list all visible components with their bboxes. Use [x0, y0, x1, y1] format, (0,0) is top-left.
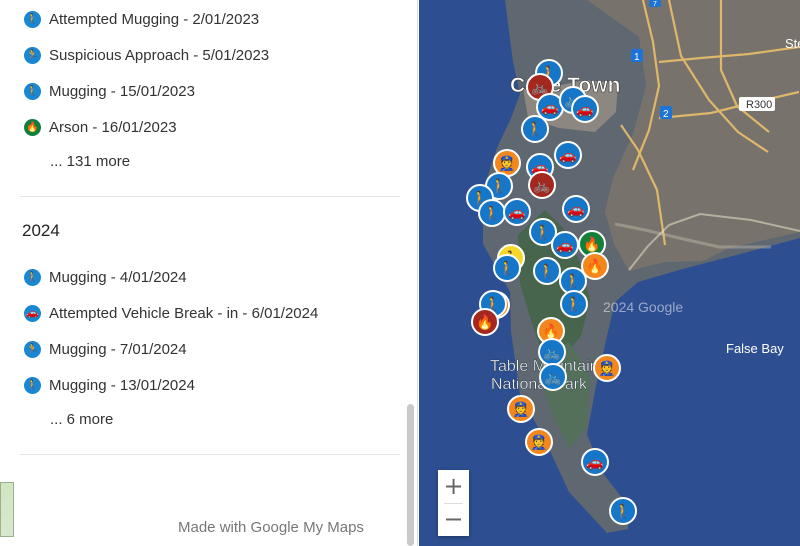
svg-text:🔥: 🔥 — [586, 258, 603, 275]
incident-item[interactable]: 🚶 Mugging - 4/01/2024 — [24, 265, 187, 289]
incident-label: Mugging - 13/01/2024 — [49, 376, 195, 394]
fire-marker[interactable]: 🔥 — [471, 308, 499, 336]
car-marker[interactable]: 🚗 — [571, 95, 599, 123]
map-overlay: Cape Town Table Mountain National Park F… — [466, 0, 800, 525]
incident-item[interactable]: 🔥 Arson - 16/01/2023 — [24, 115, 177, 139]
svg-text:🚗: 🚗 — [541, 100, 558, 116]
svg-text:🚗: 🚗 — [567, 202, 584, 218]
satellite-map[interactable]: Cape Town Table Mountain National Park F… — [419, 0, 800, 546]
walker-marker[interactable]: 🚶 — [609, 497, 637, 525]
walker-marker[interactable]: 🚶 — [493, 254, 521, 282]
show-more-2023[interactable]: ... 131 more — [50, 153, 130, 170]
incident-item[interactable]: 🏃 Suspicious Approach - 5/01/2023 — [24, 43, 269, 67]
svg-text:🚗: 🚗 — [586, 455, 603, 471]
svg-text:🚶: 🚶 — [564, 273, 581, 290]
incident-item[interactable]: 🚶 Mugging - 15/01/2023 — [24, 79, 195, 103]
incident-label: Suspicious Approach - 5/01/2023 — [49, 46, 270, 64]
runner-icon: 🏃 — [24, 340, 41, 358]
incident-item[interactable]: 🚶 Mugging - 13/01/2024 — [24, 373, 195, 397]
svg-text:🚶: 🚶 — [534, 224, 551, 241]
svg-text:🚲: 🚲 — [543, 345, 560, 361]
incident-label: Mugging - 4/01/2024 — [49, 268, 187, 286]
imagery-watermark: 2024 Google — [603, 299, 683, 315]
car-marker[interactable]: 🚗 — [581, 448, 609, 476]
incident-label: Mugging - 15/01/2023 — [49, 82, 195, 100]
walker-marker[interactable]: 🚶 — [478, 199, 506, 227]
year-heading-2024: 2024 — [22, 221, 60, 240]
fire-icon: 🔥 — [24, 118, 41, 136]
svg-text:🚗: 🚗 — [508, 205, 525, 221]
incident-label: Attempted Vehicle Break - in - 6/01/2024 — [49, 304, 319, 322]
svg-text:🚶: 🚶 — [565, 296, 582, 313]
section-divider — [20, 196, 400, 197]
svg-text:👮: 👮 — [598, 359, 615, 377]
svg-text:🚲: 🚲 — [533, 178, 550, 194]
car-marker[interactable]: 🚗 — [503, 198, 531, 226]
runner-icon: 🏃 — [24, 46, 41, 64]
incident-item[interactable]: 🏃 Mugging - 7/01/2024 — [24, 337, 187, 361]
route-7-label: 7 — [653, 1, 657, 8]
google-my-maps-credit: Made with Google My Maps — [178, 519, 364, 536]
svg-text:🚶: 🚶 — [614, 503, 631, 520]
zoom-out-button[interactable]: − — [438, 503, 469, 536]
svg-text:👮: 👮 — [498, 154, 515, 172]
walker-icon: 🚶 — [24, 10, 41, 28]
walker-marker[interactable]: 🚶 — [533, 257, 561, 285]
guard-marker[interactable]: 👮 — [593, 354, 621, 382]
car-marker[interactable]: 🚗 — [536, 93, 564, 121]
svg-text:🚶: 🚶 — [483, 205, 500, 222]
bike-marker[interactable]: 🚲 — [539, 363, 567, 391]
incident-markers: 🚶🚲🚗🚲🚗🚶👮🚗🚗🚶🚲🚶🚶🚗🚗🚶🚗🔥🚶🚶🔥🚶🚶🔥🚶🔥🔥🚶🚲👮🚲👮👮🚗🚶 — [466, 59, 637, 525]
car-marker[interactable]: 🚗 — [562, 195, 590, 223]
mini-map-thumbnail[interactable] — [0, 482, 14, 537]
incident-item[interactable]: 🚗 Attempted Vehicle Break - in - 6/01/20… — [24, 301, 318, 325]
walker-icon: 🚶 — [24, 376, 41, 394]
svg-text:🚶: 🚶 — [490, 178, 507, 195]
section-divider — [20, 454, 400, 455]
bike-marker[interactable]: 🚲 — [538, 338, 566, 366]
svg-text:🚗: 🚗 — [556, 238, 573, 254]
incident-label: Attempted Mugging - 2/01/2023 — [49, 10, 260, 28]
bay-label: False Bay — [726, 341, 784, 356]
zoom-separator — [444, 503, 463, 504]
svg-text:🚶: 🚶 — [538, 263, 555, 280]
road-label: R300 — [746, 99, 772, 111]
partial-place-label: Ste — [785, 36, 800, 51]
sidebar-scrollbar[interactable] — [407, 404, 414, 546]
svg-text:👮: 👮 — [512, 400, 529, 418]
fire-marker[interactable]: 🔥 — [581, 252, 609, 280]
map-sidebar: 🚶 Attempted Mugging - 2/01/2023 🏃 Suspic… — [0, 0, 418, 546]
guard-marker[interactable]: 👮 — [525, 428, 553, 456]
incident-label: Arson - 16/01/2023 — [49, 118, 177, 136]
walker-marker[interactable]: 🚶 — [521, 115, 549, 143]
route-2-label: 2 — [663, 109, 669, 120]
car-marker[interactable]: 🚗 — [554, 141, 582, 169]
guard-marker[interactable]: 👮 — [507, 395, 535, 423]
walker-marker[interactable]: 🚶 — [560, 290, 588, 318]
svg-text:🚶: 🚶 — [526, 121, 543, 138]
svg-text:🔥: 🔥 — [583, 236, 600, 253]
zoom-control: + − — [438, 470, 469, 536]
svg-text:👮: 👮 — [530, 433, 547, 451]
svg-text:🚗: 🚗 — [576, 102, 593, 118]
car-marker[interactable]: 🚗 — [551, 231, 579, 259]
svg-text:🔥: 🔥 — [542, 323, 559, 340]
bike-marker[interactable]: 🚲 — [528, 171, 556, 199]
route-1-label: 1 — [634, 52, 640, 63]
svg-text:🔥: 🔥 — [476, 314, 493, 331]
svg-text:🚲: 🚲 — [544, 370, 561, 386]
car-icon: 🚗 — [24, 304, 41, 322]
svg-text:🚗: 🚗 — [559, 148, 576, 164]
show-more-2024[interactable]: ... 6 more — [50, 411, 113, 428]
svg-text:🚶: 🚶 — [498, 260, 515, 277]
walker-icon: 🚶 — [24, 268, 41, 286]
walker-icon: 🚶 — [24, 82, 41, 100]
zoom-in-button[interactable]: + — [438, 470, 469, 503]
incident-item[interactable]: 🚶 Attempted Mugging - 2/01/2023 — [24, 7, 259, 31]
incident-label: Mugging - 7/01/2024 — [49, 340, 187, 358]
